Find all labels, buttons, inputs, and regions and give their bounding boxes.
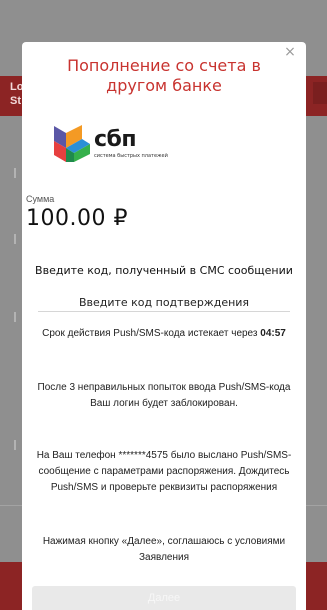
background-marker: [14, 234, 16, 244]
modal-title: Пополнение со счета в другом банке: [67, 56, 261, 95]
background-marker: [14, 168, 16, 178]
sbp-logo-icon: [54, 125, 90, 162]
amount-label: Сумма: [26, 194, 55, 204]
code-expiry-text: Срок действия Push/SMS-кода истекает чер…: [30, 326, 298, 342]
amount-value: 100.00 ₽: [26, 206, 128, 231]
code-expiry-label: Срок действия Push/SMS-кода истекает чер…: [42, 328, 258, 339]
code-expiry-timer: 04:57: [260, 328, 286, 339]
background-marker: [14, 312, 16, 322]
sms-sent-notice: На Ваш телефон *******4575 было выслано …: [36, 450, 292, 493]
background-banner-edge: [313, 82, 327, 104]
agreement-text: Нажимая кнопку «Далее», соглашаюсь с усл…: [42, 536, 286, 563]
payment-modal: × Пополнение со счета в другом банке сбп…: [22, 42, 306, 610]
sbp-logo: сбп система быстрых платежей: [52, 124, 182, 168]
sbp-logo-subtitle: система быстрых платежей: [94, 153, 168, 159]
background-marker: [14, 440, 16, 450]
next-button[interactable]: Далее: [32, 586, 296, 610]
attempts-warning: После 3 неправильных попыток ввода Push/…: [37, 382, 291, 409]
sms-code-prompt: Введите код, полученный в СМС сообщении: [35, 264, 293, 277]
sms-code-input[interactable]: [38, 294, 290, 312]
sbp-logo-name: сбп: [94, 127, 137, 152]
